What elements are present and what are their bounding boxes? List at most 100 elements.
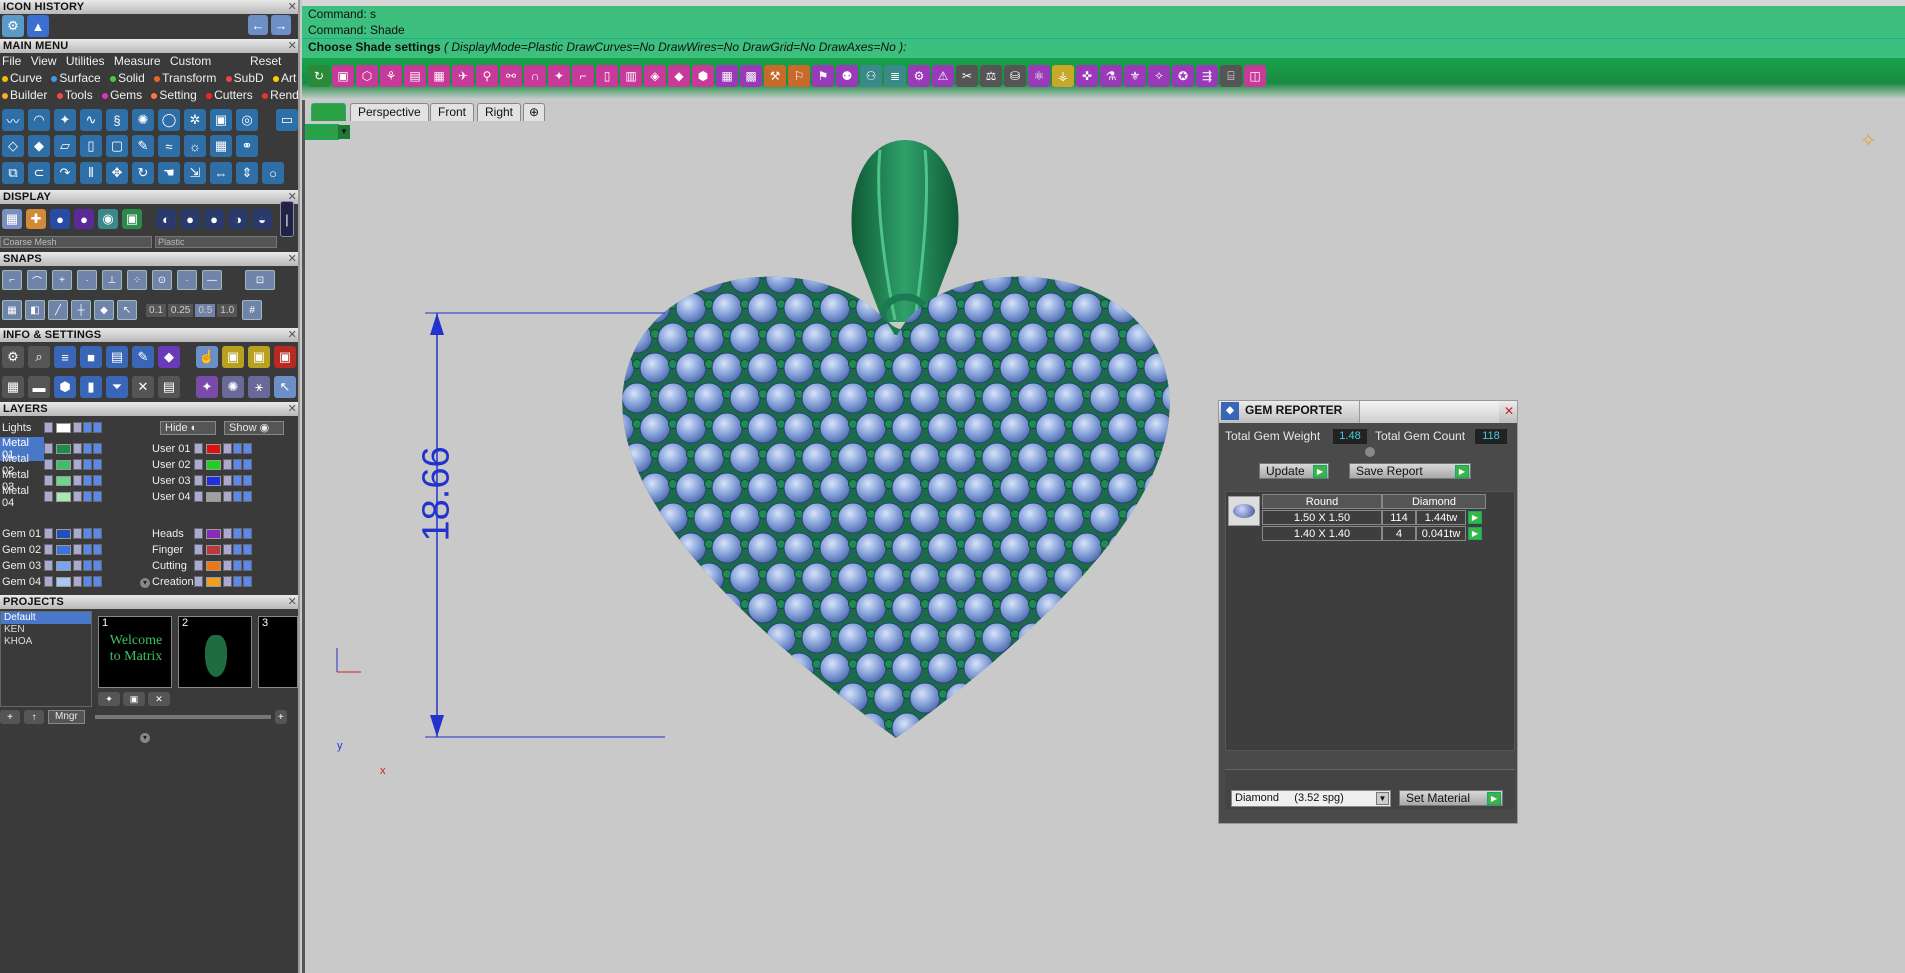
snap-near-icon[interactable]: ∙: [177, 270, 197, 290]
curve-tool-icon[interactable]: 〰: [2, 109, 24, 131]
toolbar-tool-40-icon[interactable]: ◫: [1244, 65, 1266, 87]
sun-tool-icon[interactable]: ☼: [184, 135, 206, 157]
grid-tool-icon[interactable]: ▦: [210, 135, 232, 157]
toolbar-tool-39-icon[interactable]: ⌸: [1220, 65, 1242, 87]
layer-visible-icon[interactable]: [83, 443, 92, 454]
layer-visible-icon[interactable]: [233, 576, 242, 587]
layer-visible-icon[interactable]: [233, 560, 242, 571]
lights-select-icon[interactable]: [93, 422, 102, 433]
shaded-sphere-icon[interactable]: ●: [50, 209, 70, 229]
layer-select-icon[interactable]: [243, 560, 252, 571]
layer-row-creation[interactable]: Creation: [150, 574, 253, 589]
close-icon[interactable]: ✕: [1504, 404, 1514, 418]
snap-center-icon[interactable]: ⊙: [152, 270, 172, 290]
filter-icon[interactable]: ⏷: [106, 376, 128, 398]
mirror-tool-icon[interactable]: ⇔: [210, 162, 232, 184]
update-button[interactable]: Update ▶: [1259, 463, 1329, 479]
layer-color-swatch[interactable]: [206, 475, 221, 486]
frame-tool-icon[interactable]: ▣: [222, 346, 244, 368]
category-solid[interactable]: Solid: [110, 71, 145, 85]
layer-select-icon[interactable]: [243, 491, 252, 502]
gem-box-icon[interactable]: ◆: [158, 346, 180, 368]
category-cutters[interactable]: Cutters: [206, 88, 253, 102]
toolbar-tool-9-icon[interactable]: ⚯: [500, 65, 522, 87]
layer-arrow-icon[interactable]: [194, 544, 203, 555]
frame-tool-2-icon[interactable]: ▣: [248, 346, 270, 368]
cplane-icon[interactable]: ◆: [94, 300, 114, 320]
wireframe-icon[interactable]: ▦: [2, 209, 22, 229]
layer-visible-icon[interactable]: [83, 475, 92, 486]
material-combo[interactable]: Plastic: [155, 236, 277, 248]
layer-name[interactable]: Finger: [150, 544, 194, 556]
layer-color-swatch[interactable]: [56, 528, 71, 539]
gem-setting-icon[interactable]: ✺: [222, 376, 244, 398]
layer-row-gem-01[interactable]: Gem 01: [0, 526, 103, 541]
save-thumb-icon[interactable]: ▣: [123, 692, 145, 706]
layer-name[interactable]: Metal 04: [0, 485, 44, 509]
layer-row-user-04[interactable]: User 04: [150, 489, 253, 504]
menu-reset[interactable]: Reset: [250, 53, 281, 69]
layer-row-user-03[interactable]: User 03: [150, 473, 253, 488]
layer-lock-icon[interactable]: [73, 459, 82, 470]
snap-curve-icon[interactable]: ⌒: [27, 270, 47, 290]
layer-select-icon[interactable]: [243, 544, 252, 555]
environment-icon[interactable]: ◉: [98, 209, 118, 229]
layer-row-user-01[interactable]: User 01: [150, 441, 253, 456]
layer-lock-icon[interactable]: [223, 576, 232, 587]
menu-view[interactable]: View: [31, 54, 57, 68]
close-icon[interactable]: ✕: [288, 252, 297, 266]
cylinder-icon[interactable]: ▮: [80, 376, 102, 398]
close-icon[interactable]: ✕: [288, 328, 297, 342]
layer-color-swatch[interactable]: [206, 576, 221, 587]
toolbar-tool-34-icon[interactable]: ⚗: [1100, 65, 1122, 87]
category-transform[interactable]: Transform: [154, 71, 216, 85]
cube-icon[interactable]: ■: [80, 346, 102, 368]
toolbar-tool-4-icon[interactable]: ⚘: [380, 65, 402, 87]
layer-select-icon[interactable]: [93, 475, 102, 486]
toolbar-tool-5-icon[interactable]: ▤: [404, 65, 426, 87]
toolbar-tool-29-icon[interactable]: ⚖: [980, 65, 1002, 87]
layer-color-swatch[interactable]: [206, 544, 221, 555]
pointer-icon[interactable]: ↖: [117, 300, 137, 320]
project-thumb-2[interactable]: 2: [178, 616, 252, 688]
layer-arrow-icon[interactable]: [194, 443, 203, 454]
toolbar-tool-11-icon[interactable]: ✦: [548, 65, 570, 87]
toolbar-tool-25-icon[interactable]: ≣: [884, 65, 906, 87]
box-tool-icon[interactable]: ▢: [106, 135, 128, 157]
layer-name[interactable]: User 04: [150, 491, 194, 503]
layer-name[interactable]: User 02: [150, 459, 194, 471]
toolbar-tool-37-icon[interactable]: ✪: [1172, 65, 1194, 87]
category-builder[interactable]: Builder: [2, 88, 47, 102]
material-4-icon[interactable]: ◑: [228, 209, 248, 229]
toolbar-tool-27-icon[interactable]: ⚠: [932, 65, 954, 87]
snap-value-0-25[interactable]: 0.25: [167, 303, 194, 317]
layer-lock-icon[interactable]: [73, 576, 82, 587]
toolbar-tool-12-icon[interactable]: ⌐: [572, 65, 594, 87]
thumb-scrollbar[interactable]: [94, 715, 271, 719]
lights-visible-icon[interactable]: [83, 422, 92, 433]
delete-thumb-icon[interactable]: ✕: [148, 692, 170, 706]
layer-lock-icon[interactable]: [73, 475, 82, 486]
toolbar-tool-26-icon[interactable]: ⚙: [908, 65, 930, 87]
line-snap-icon[interactable]: ╱: [48, 300, 68, 320]
ring-tool-icon[interactable]: ◎: [236, 109, 258, 131]
expand-icon[interactable]: +: [274, 710, 287, 724]
pointer-tool-icon[interactable]: ☝: [196, 346, 218, 368]
loft-tool-icon[interactable]: ⊂: [28, 162, 50, 184]
project-item-ken[interactable]: KEN: [1, 624, 91, 636]
mesh-combo[interactable]: Coarse Mesh: [0, 236, 152, 248]
plane-tool-icon[interactable]: ▱: [54, 135, 76, 157]
pen-tool-icon[interactable]: ✎: [132, 135, 154, 157]
array-tool-icon[interactable]: ⫴: [80, 162, 102, 184]
toolbar-tool-38-icon[interactable]: ⇶: [1196, 65, 1218, 87]
menu-custom[interactable]: Custom: [170, 54, 211, 68]
material-1-icon[interactable]: ◐: [156, 209, 176, 229]
layer-row-gem-04[interactable]: Gem 04: [0, 574, 103, 589]
layer-visible-icon[interactable]: [233, 459, 242, 470]
layer-select-icon[interactable]: [93, 491, 102, 502]
layer-name[interactable]: Gem 04: [0, 576, 44, 588]
snap-value-0-5[interactable]: 0.5: [195, 303, 216, 317]
viewport[interactable]: Top Perspective Front Right ⊕ Top ▼ ✧ 18…: [302, 100, 1905, 973]
layer-row-gem-03[interactable]: Gem 03: [0, 558, 103, 573]
row-1-go-icon[interactable]: ▶: [1468, 511, 1482, 524]
